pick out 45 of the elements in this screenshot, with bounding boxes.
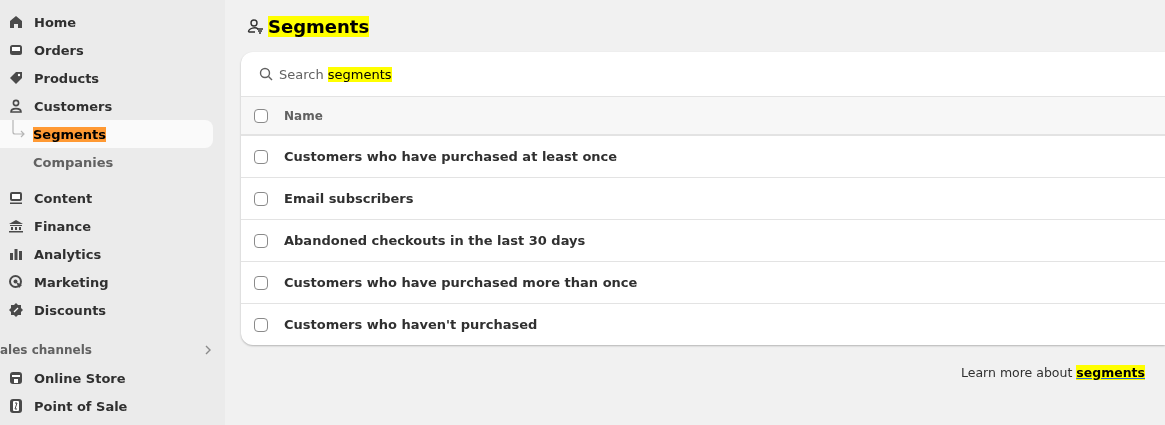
- tag-icon: [8, 70, 24, 86]
- tree-connector: [12, 120, 26, 140]
- row-checkbox[interactable]: [254, 191, 268, 206]
- nav-item[interactable]: Orders: [0, 36, 213, 64]
- inbox-icon: [8, 42, 24, 58]
- nav-item[interactable]: Products: [0, 64, 213, 92]
- bank-icon: [8, 218, 24, 234]
- nav-item[interactable]: Customers: [0, 92, 213, 120]
- row-checkbox[interactable]: [254, 275, 268, 290]
- segment-name[interactable]: Customers who haven't purchased: [284, 317, 538, 332]
- nav-item[interactable]: Finance: [0, 212, 213, 240]
- nav-subitem[interactable]: Companies: [0, 148, 213, 176]
- nav-item[interactable]: Content: [0, 184, 213, 212]
- store-icon: [8, 370, 24, 386]
- segment-name[interactable]: Abandoned checkouts in the last 30 days: [284, 233, 586, 248]
- select-all-checkbox[interactable]: [254, 108, 268, 123]
- person-filter-icon: [247, 17, 264, 35]
- segment-name[interactable]: Email subscribers: [284, 191, 414, 206]
- badge-icon: [8, 302, 24, 318]
- column-header: Name: [284, 108, 323, 123]
- person-icon: [8, 98, 24, 114]
- home-icon: [8, 14, 24, 30]
- row-checkbox[interactable]: [254, 149, 268, 164]
- chevron-right-icon[interactable]: [203, 344, 213, 356]
- nav-item[interactable]: Point of Sale: [0, 392, 213, 420]
- nav-item[interactable]: Home: [0, 8, 213, 36]
- segment-name[interactable]: Customers who have purchased at least once: [284, 149, 618, 164]
- row-checkbox[interactable]: [254, 317, 268, 332]
- nav-item[interactable]: Online Store: [0, 364, 213, 392]
- nav-item[interactable]: Analytics: [0, 240, 213, 268]
- segment-name[interactable]: Customers who have purchased more than once: [284, 275, 638, 290]
- nav-subitem[interactable]: Segments: [0, 120, 213, 148]
- segments-link[interactable]: segments: [1076, 365, 1145, 380]
- search-field[interactable]: Search segments: [241, 52, 1165, 96]
- nav-item[interactable]: Marketing: [0, 268, 213, 296]
- target-icon: [8, 274, 24, 290]
- nav-item[interactable]: Discounts: [0, 296, 213, 324]
- screen-icon: [8, 190, 24, 206]
- device-icon: [8, 398, 24, 414]
- search-icon: [259, 67, 273, 81]
- section-heading: ales channels: [0, 343, 92, 357]
- row-checkbox[interactable]: [254, 233, 268, 248]
- page-title: Segments: [268, 15, 370, 37]
- learn-more-text: Learn more about segments: [961, 365, 1145, 380]
- bar-chart-icon: [8, 246, 24, 262]
